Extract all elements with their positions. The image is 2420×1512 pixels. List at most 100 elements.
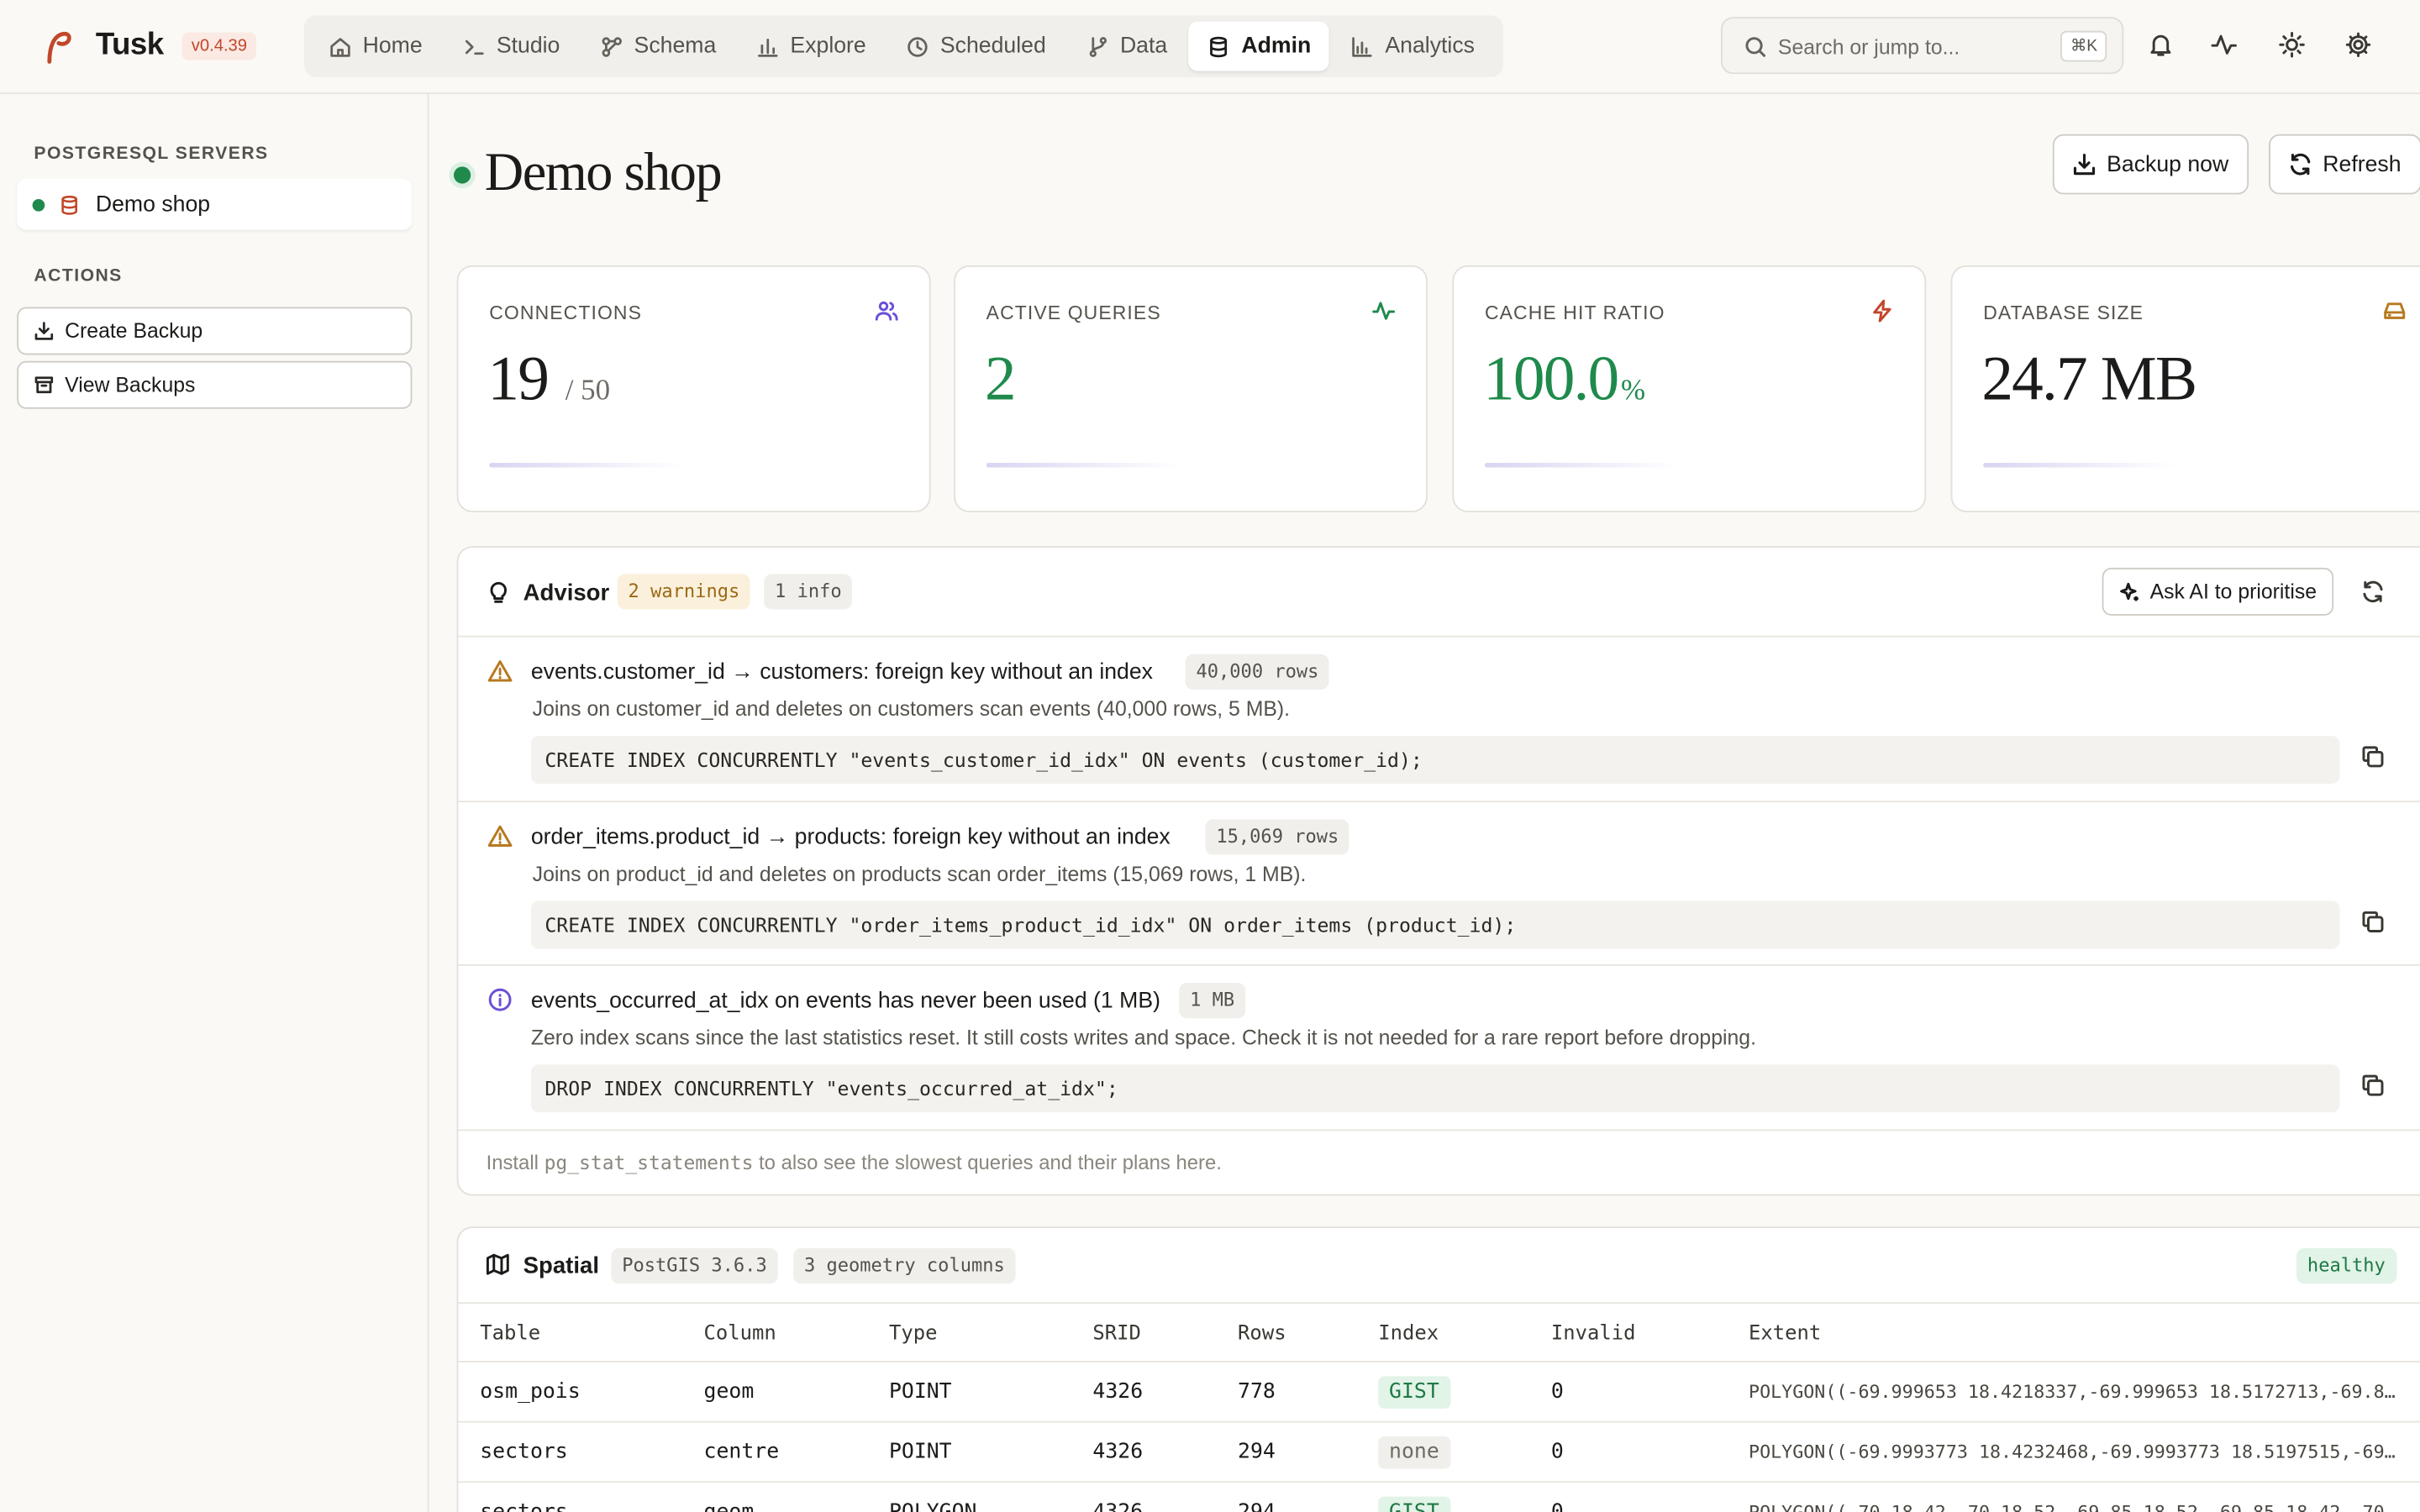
tab-label: Home	[362, 34, 423, 59]
cell-srid: 4326	[1092, 1439, 1144, 1465]
activity-icon[interactable]	[2210, 31, 2238, 59]
cell-rows: 294	[1238, 1439, 1276, 1465]
create-backup-button[interactable]: Create Backup	[17, 307, 413, 355]
bar-chart-icon	[758, 38, 778, 56]
home-icon	[330, 37, 350, 56]
cell-srid: 4326	[1092, 1379, 1144, 1404]
cell-invalid: 0	[1551, 1499, 1564, 1512]
terminal-icon	[465, 39, 484, 55]
tab-label: Schema	[634, 34, 717, 59]
cell-extent: POLYGON((-69.999653 18.4218337,-69.99965…	[1749, 1380, 2396, 1403]
postgis-badge: PostGIS 3.6.3	[611, 1247, 778, 1284]
tab-label: Admin	[1241, 34, 1312, 59]
cell-type: POLYGON	[889, 1499, 977, 1512]
column-header: SRID	[1092, 1322, 1141, 1346]
search-icon	[1745, 37, 1766, 58]
tab-scheduled[interactable]: Scheduled	[887, 22, 1064, 71]
tab-explore[interactable]: Explore	[738, 22, 885, 71]
refresh-label: Refresh	[2323, 151, 2402, 177]
connections-max: / 50	[565, 375, 611, 407]
download-icon	[34, 322, 54, 340]
sql-snippet[interactable]: DROP INDEX CONCURRENTLY "events_occurred…	[530, 1064, 2340, 1113]
backup-now-button[interactable]: Backup now	[2052, 134, 2249, 195]
ask-ai-button[interactable]: Ask AI to prioritise	[2102, 567, 2334, 616]
cell-column: geom	[704, 1499, 755, 1512]
cache-hit-card: CACHE HIT RATIO 100.0%	[1452, 265, 1927, 512]
advisor-item: events_occurred_at_idx on events has nev…	[458, 966, 2420, 1131]
connections-value: 19 / 50	[487, 341, 610, 415]
gear-icon[interactable]	[2344, 31, 2372, 59]
hard-drive-icon	[2384, 302, 2406, 319]
view-backups-label: View Backups	[65, 373, 196, 397]
advisor-item: events.customer_id → customers: foreign …	[458, 638, 2420, 803]
column-header: Index	[1378, 1322, 1439, 1346]
tab-analytics[interactable]: Analytics	[1333, 22, 1493, 71]
advisor-header: Advisor 2 warnings 1 info Ask AI to prio…	[458, 548, 2420, 638]
cell-srid: 4326	[1092, 1499, 1143, 1512]
column-header: Extent	[1749, 1322, 1822, 1346]
card-label: DATABASE SIZE	[1983, 302, 2144, 324]
search-input[interactable]	[1777, 28, 2056, 66]
search-bar[interactable]: ⌘K	[1720, 17, 2124, 75]
warning-icon	[487, 825, 513, 848]
sql-snippet[interactable]: CREATE INDEX CONCURRENTLY "events_custom…	[530, 736, 2340, 785]
tab-home[interactable]: Home	[310, 22, 441, 71]
size-badge: 1 MB	[1179, 983, 1246, 1019]
status-dot	[32, 198, 45, 211]
bar-chart-icon	[1353, 36, 1373, 56]
advisor-item-title: events_occurred_at_idx on events has nev…	[530, 989, 1160, 1014]
database-size-card: DATABASE SIZE 24.7 MB	[1950, 265, 2420, 512]
bell-icon[interactable]	[2147, 31, 2175, 59]
tusk-logo-icon[interactable]	[43, 28, 74, 65]
tab-schema[interactable]: Schema	[581, 22, 734, 71]
top-bar: Tusk v0.4.39 Home Studio Schema Explore …	[0, 0, 2420, 95]
tab-studio[interactable]: Studio	[444, 22, 578, 71]
table-row[interactable]: sectors centre POINT 4326 294 none 0 POL…	[458, 1422, 2420, 1483]
servers-heading: POSTGRESQL SERVERS	[34, 144, 269, 164]
active-queries-sparkline	[986, 463, 1180, 468]
spatial-header: Spatial PostGIS 3.6.3 3 geometry columns…	[458, 1228, 2420, 1305]
database-icon	[1210, 35, 1228, 57]
sidebar-item-demo-shop[interactable]: Demo shop	[17, 179, 413, 230]
search-shortcut-badge: ⌘K	[2060, 30, 2107, 62]
cell-rows: 294	[1238, 1499, 1276, 1512]
status-badge: healthy	[2296, 1247, 2396, 1284]
sidebar: POSTGRESQL SERVERS Demo shop ACTIONS Cre…	[0, 94, 429, 1512]
app-name: Tusk	[95, 28, 164, 62]
view-backups-button[interactable]: View Backups	[17, 360, 413, 409]
cell-column: geom	[703, 1379, 755, 1404]
table-row[interactable]: sectors geom POLYGON 4326 294 GIST 0 POL…	[459, 1483, 2420, 1512]
tab-admin[interactable]: Admin	[1188, 21, 1330, 71]
index-badge: GIST	[1378, 1376, 1450, 1409]
column-header: Invalid	[1550, 1322, 1636, 1346]
schema-icon	[602, 36, 622, 56]
tab-data[interactable]: Data	[1068, 22, 1186, 71]
refresh-icon[interactable]	[2361, 580, 2385, 604]
lightbulb-icon	[490, 581, 508, 603]
clock-icon	[908, 36, 928, 56]
advisor-item: order_items.product_id → products: forei…	[458, 802, 2420, 966]
advisor-item-description: Zero index scans since the last statisti…	[530, 1026, 1757, 1049]
copy-icon[interactable]	[2361, 911, 2385, 934]
column-header: Column	[703, 1322, 776, 1346]
cell-type: POINT	[888, 1439, 952, 1465]
footer-text: to also see the slowest queries and thei…	[753, 1151, 1222, 1174]
sun-icon[interactable]	[2278, 31, 2306, 59]
table-row[interactable]: osm_pois geom POINT 4326 778 GIST 0 POLY…	[458, 1362, 2420, 1423]
copy-icon[interactable]	[2361, 745, 2385, 769]
spatial-title: Spatial	[523, 1252, 599, 1279]
create-backup-label: Create Backup	[65, 319, 203, 343]
refresh-button[interactable]: Refresh	[2269, 134, 2420, 195]
column-header: Table	[480, 1322, 541, 1346]
rows-badge: 15,069 rows	[1205, 819, 1350, 855]
footer-text: Install	[486, 1151, 544, 1174]
map-icon	[486, 1253, 509, 1275]
cell-column: centre	[703, 1439, 780, 1465]
advisor-item-description: Joins on product_id and deletes on produ…	[532, 862, 1307, 886]
cell-table: osm_pois	[480, 1379, 581, 1404]
version-badge: v0.4.39	[182, 32, 257, 60]
cell-extent: POLYGON((-69.9993773 18.4232468,-69.9993…	[1749, 1441, 2396, 1463]
sql-snippet[interactable]: CREATE INDEX CONCURRENTLY "order_items_p…	[530, 900, 2340, 949]
copy-icon[interactable]	[2361, 1074, 2385, 1097]
advisor-title: Advisor	[523, 580, 610, 606]
